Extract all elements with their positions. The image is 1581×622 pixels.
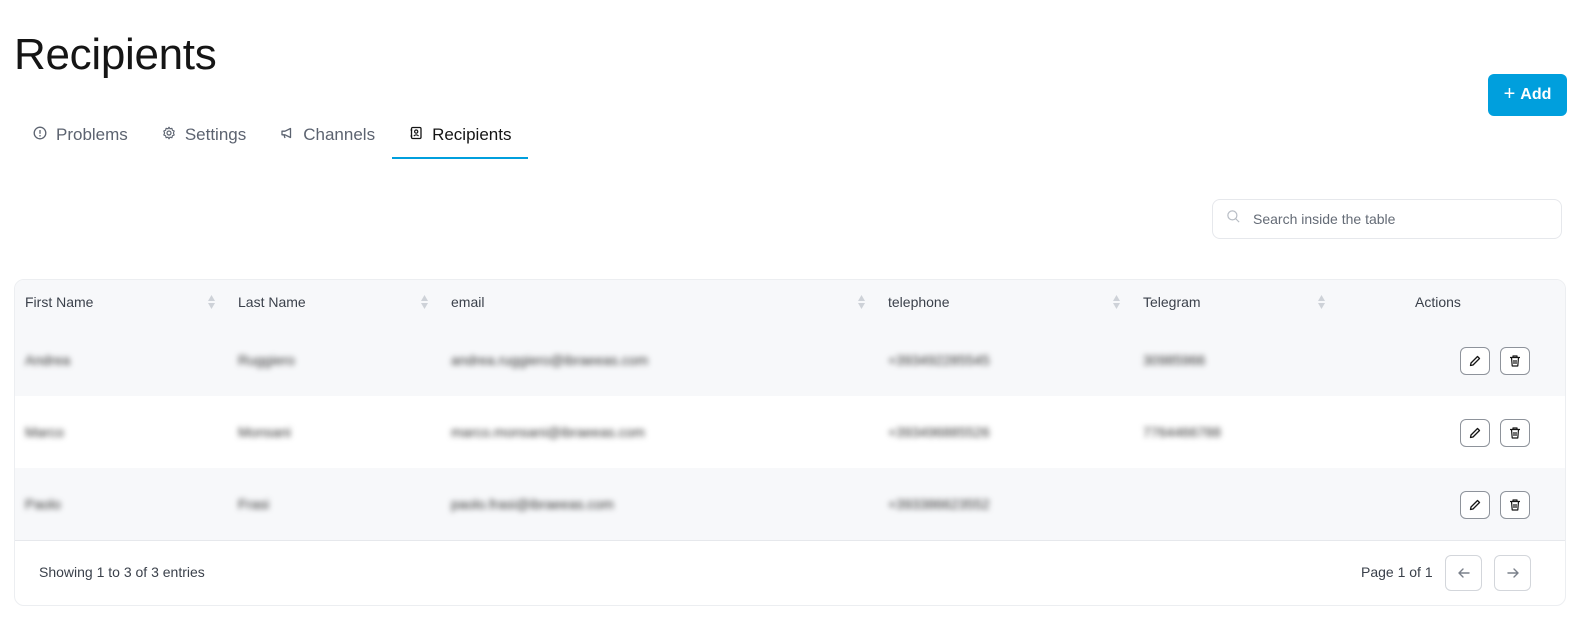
cell-email: paolo.frasi@ibraeeas.com bbox=[451, 496, 614, 512]
trash-icon bbox=[1510, 427, 1520, 439]
table-body: Andrea Ruggiero andrea.ruggiero@ibraeeas… bbox=[15, 324, 1565, 540]
cell-telephone: +393386623552 bbox=[888, 496, 990, 512]
pencil-icon bbox=[1469, 499, 1481, 511]
tab-recipients[interactable]: Recipients bbox=[392, 112, 529, 159]
arrow-right-icon bbox=[1506, 568, 1519, 578]
column-header-telephone[interactable]: telephone bbox=[888, 280, 950, 324]
tab-label: Settings bbox=[184, 124, 247, 144]
column-header-actions: Actions bbox=[1415, 294, 1461, 310]
table-search[interactable] bbox=[1212, 199, 1562, 239]
delete-button[interactable] bbox=[1500, 491, 1530, 519]
next-page-button[interactable] bbox=[1494, 555, 1531, 591]
arrow-left-icon bbox=[1457, 568, 1470, 578]
edit-button[interactable] bbox=[1460, 347, 1490, 375]
sort-icon[interactable] bbox=[207, 294, 216, 310]
edit-button[interactable] bbox=[1460, 491, 1490, 519]
column-header-telegram[interactable]: Telegram bbox=[1143, 280, 1201, 324]
plus-icon: + bbox=[1503, 83, 1516, 105]
tab-label: Recipients bbox=[432, 124, 512, 144]
contact-book-icon bbox=[409, 125, 423, 145]
tab-settings[interactable]: Settings bbox=[145, 112, 263, 159]
pencil-icon bbox=[1469, 427, 1481, 439]
tab-problems[interactable]: Problems bbox=[16, 112, 145, 159]
cell-last-name: Frasi bbox=[238, 496, 270, 512]
cell-email: andrea.ruggiero@ibraeeas.com bbox=[451, 352, 649, 368]
column-header-email[interactable]: email bbox=[451, 280, 484, 324]
column-header-last-name[interactable]: Last Name bbox=[238, 280, 306, 324]
sort-icon[interactable] bbox=[420, 294, 429, 310]
entries-count: Showing 1 to 3 of 3 entries bbox=[39, 564, 205, 580]
cell-last-name: Ruggiero bbox=[238, 352, 295, 368]
cell-first-name: Marco bbox=[25, 424, 64, 440]
cell-email: marco.monsani@ibraeeas.com bbox=[451, 424, 645, 440]
edit-button[interactable] bbox=[1460, 419, 1490, 447]
column-header-first-name[interactable]: First Name bbox=[25, 280, 93, 324]
cell-telegram: 30985966 bbox=[1143, 352, 1206, 368]
cell-first-name: Andrea bbox=[25, 352, 71, 368]
cell-telegram: 7764466788 bbox=[1143, 424, 1221, 440]
recipients-table: First Name Last Name email telephone Tel… bbox=[14, 279, 1566, 606]
megaphone-icon bbox=[280, 125, 294, 145]
sort-icon[interactable] bbox=[1317, 294, 1326, 310]
pencil-icon bbox=[1469, 355, 1481, 367]
page-indicator: Page 1 of 1 bbox=[1361, 564, 1433, 580]
page-title: Recipients bbox=[14, 30, 217, 79]
delete-button[interactable] bbox=[1500, 347, 1530, 375]
add-button-label: Add bbox=[1520, 86, 1552, 103]
table-header: First Name Last Name email telephone Tel… bbox=[15, 280, 1565, 324]
trash-icon bbox=[1510, 355, 1520, 367]
previous-page-button[interactable] bbox=[1445, 555, 1482, 591]
cell-telephone: +393492285545 bbox=[888, 352, 990, 368]
table-row: Paolo Frasi paolo.frasi@ibraeeas.com +39… bbox=[15, 468, 1565, 540]
cell-telephone: +393496885526 bbox=[888, 424, 990, 440]
search-input[interactable] bbox=[1253, 211, 1543, 227]
table-row: Andrea Ruggiero andrea.ruggiero@ibraeeas… bbox=[15, 324, 1565, 396]
cell-first-name: Paolo bbox=[25, 496, 61, 512]
cell-last-name: Monsani bbox=[238, 424, 291, 440]
tab-label: Channels bbox=[303, 124, 376, 144]
add-button[interactable]: + Add bbox=[1488, 74, 1567, 116]
table-row: Marco Monsani marco.monsani@ibraeeas.com… bbox=[15, 396, 1565, 468]
gear-icon bbox=[162, 125, 176, 145]
sort-icon[interactable] bbox=[857, 294, 866, 310]
table-footer: Showing 1 to 3 of 3 entries Page 1 of 1 bbox=[15, 540, 1565, 605]
tab-label: Problems bbox=[56, 124, 128, 144]
tab-channels[interactable]: Channels bbox=[263, 112, 392, 159]
delete-button[interactable] bbox=[1500, 419, 1530, 447]
search-icon bbox=[1226, 209, 1241, 229]
alert-circle-icon bbox=[33, 125, 47, 145]
trash-icon bbox=[1510, 499, 1520, 511]
sort-icon[interactable] bbox=[1112, 294, 1121, 310]
tab-bar: Problems Settings Channels Recipients bbox=[16, 112, 529, 159]
